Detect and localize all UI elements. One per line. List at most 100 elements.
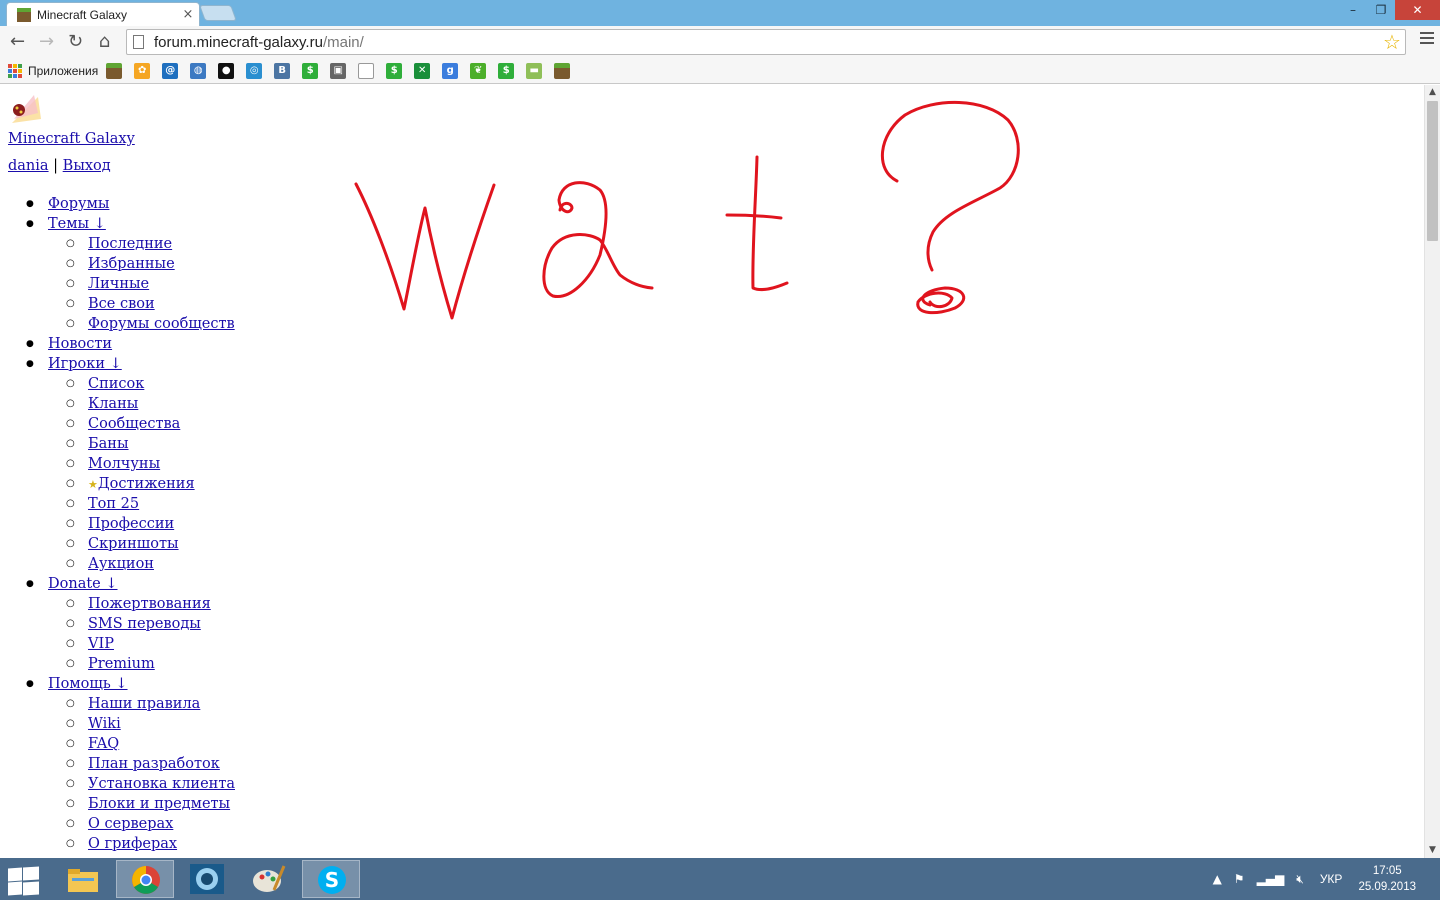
nav-subitem: Наши правила — [48, 694, 235, 714]
mail-at-icon[interactable]: @ — [162, 62, 179, 79]
nav-link[interactable]: Скриншоты — [88, 536, 179, 552]
nav-link[interactable]: Темы ↓ — [48, 216, 106, 232]
separator: | — [53, 158, 59, 174]
nav-link[interactable]: Premium — [88, 656, 155, 672]
nav-link[interactable]: Помощь ↓ — [48, 676, 128, 692]
nav-link[interactable]: Личные — [88, 276, 149, 292]
new-tab-button[interactable] — [199, 5, 237, 21]
nav-link[interactable]: Профессии — [88, 516, 174, 532]
logout-link[interactable]: Выход — [63, 158, 111, 174]
nav-link[interactable]: Аукцион — [88, 556, 154, 572]
leaf-icon[interactable]: ❦ — [470, 62, 487, 79]
windows-taskbar: S ▲ ⚑ ▂▄▆ 🔇︎ УКР 17:05 25.09.2013 — [0, 858, 1440, 900]
close-window-icon[interactable]: ✕ — [1395, 0, 1440, 20]
reload-icon[interactable]: ↻ — [61, 28, 90, 56]
nav-link[interactable]: Сообщества — [88, 416, 180, 432]
flower-icon[interactable]: ✿ — [134, 62, 151, 79]
gift-icon[interactable]: ▣ — [330, 62, 347, 79]
system-clock[interactable]: 17:05 25.09.2013 — [1358, 863, 1416, 895]
nav-link[interactable]: Donate ↓ — [48, 576, 118, 592]
nav-section-item: Новости — [26, 334, 235, 354]
nav-subitem: Все свои — [48, 294, 235, 314]
scroll-up-icon[interactable]: ▲ — [1425, 85, 1440, 100]
nav-section-item: Игроки ↓ — [26, 354, 235, 374]
nav-link[interactable]: Форумы — [48, 196, 109, 212]
paint-icon[interactable] — [240, 860, 298, 898]
globe-icon[interactable]: ◍ — [190, 62, 207, 79]
google-icon[interactable]: g — [442, 62, 459, 79]
nav-link[interactable]: Блоки и предметы — [88, 796, 230, 812]
minecraft-block-icon[interactable] — [106, 62, 123, 79]
scroll-thumb[interactable] — [1427, 101, 1438, 241]
minecraft-block-icon[interactable] — [554, 62, 571, 79]
vk-icon[interactable]: B — [274, 62, 291, 79]
nav-link[interactable]: Игроки ↓ — [48, 356, 122, 372]
nav-link[interactable]: VIP — [88, 636, 114, 652]
volume-muted-icon[interactable]: 🔇︎ — [1296, 872, 1304, 887]
skype-icon[interactable]: S — [302, 860, 360, 898]
disc-icon[interactable]: ● — [218, 62, 235, 79]
nav-link[interactable]: Молчуны — [88, 456, 160, 472]
nav-link[interactable]: План разработок — [88, 756, 220, 772]
nav-section-item: Помощь ↓ — [26, 674, 235, 694]
bookmark-star-icon[interactable]: ☆ — [1379, 30, 1405, 54]
nav-subitem: FAQ — [48, 734, 235, 754]
apps-label[interactable]: Приложения — [28, 64, 98, 78]
site-logo-icon[interactable] — [8, 93, 42, 125]
nav-link[interactable]: Избранные — [88, 256, 175, 272]
nav-link[interactable]: Форумы сообществ — [88, 316, 235, 332]
minimize-icon[interactable]: – — [1339, 0, 1367, 20]
back-arrow-icon[interactable]: ← — [3, 28, 32, 56]
dollar-icon[interactable]: $ — [386, 62, 403, 79]
address-bar[interactable]: forum.minecraft-galaxy.ru/main/ ☆ — [126, 29, 1406, 55]
nav-link[interactable]: FAQ — [88, 736, 119, 752]
close-tab-icon[interactable]: × — [177, 7, 199, 22]
user-line: dania | Выход — [8, 158, 111, 174]
vertical-scrollbar[interactable]: ▲ ▼ — [1424, 85, 1440, 858]
username-link[interactable]: dania — [8, 158, 49, 174]
nav-link[interactable]: Пожертвования — [88, 596, 211, 612]
show-hidden-icons-icon[interactable]: ▲ — [1213, 872, 1222, 886]
media-player-icon[interactable] — [178, 860, 236, 898]
nav-subitem: Последние — [48, 234, 235, 254]
scroll-down-icon[interactable]: ▼ — [1425, 843, 1440, 858]
apps-grid-icon[interactable] — [8, 63, 22, 78]
file-explorer-icon[interactable] — [54, 860, 112, 898]
landscape-icon[interactable]: ▬ — [526, 62, 543, 79]
nav-link[interactable]: О гриферах — [88, 836, 177, 852]
tab-minecraft-galaxy[interactable]: Minecraft Galaxy × — [6, 2, 200, 26]
wat-drawing — [354, 100, 1020, 320]
nav-link[interactable]: Wiki — [88, 716, 121, 732]
nav-link[interactable]: Топ 25 — [88, 496, 139, 512]
forward-arrow-icon[interactable]: → — [32, 28, 61, 56]
nav-link[interactable]: Наши правила — [88, 696, 200, 712]
nav-link[interactable]: Последние — [88, 236, 172, 252]
nav-link[interactable]: SMS переводы — [88, 616, 201, 632]
home-icon[interactable]: ⌂ — [90, 28, 119, 56]
chrome-menu-icon[interactable] — [1420, 32, 1434, 47]
nav-link[interactable]: Все свои — [88, 296, 155, 312]
nav-link[interactable]: Кланы — [88, 396, 138, 412]
nav-link[interactable]: Баны — [88, 436, 129, 452]
dollar-icon[interactable]: $ — [498, 62, 515, 79]
nav-link[interactable]: Достижения — [98, 476, 195, 492]
nav-subitem: Профессии — [48, 514, 235, 534]
chrome-taskbar-icon[interactable] — [116, 860, 174, 898]
restore-icon[interactable]: ❐ — [1367, 0, 1395, 20]
dollar-icon[interactable]: $ — [302, 62, 319, 79]
windows-start-icon[interactable] — [6, 865, 39, 896]
url-text[interactable]: forum.minecraft-galaxy.ru/main/ — [154, 34, 1379, 51]
nav-subitem: Личные — [48, 274, 235, 294]
nav-subitem: SMS переводы — [48, 614, 235, 634]
nav-link[interactable]: Список — [88, 376, 144, 392]
action-center-flag-icon[interactable]: ⚑ — [1234, 872, 1245, 886]
blank-page-icon[interactable] — [358, 62, 375, 79]
target-icon[interactable]: ◎ — [246, 62, 263, 79]
nav-link[interactable]: О серверах — [88, 816, 173, 832]
nav-link[interactable]: Новости — [48, 336, 112, 352]
network-signal-icon[interactable]: ▂▄▆ — [1257, 872, 1285, 886]
x-icon[interactable]: ✕ — [414, 62, 431, 79]
site-title-link[interactable]: Minecraft Galaxy — [8, 131, 135, 147]
nav-link[interactable]: Установка клиента — [88, 776, 235, 792]
input-language[interactable]: УКР — [1320, 872, 1343, 886]
